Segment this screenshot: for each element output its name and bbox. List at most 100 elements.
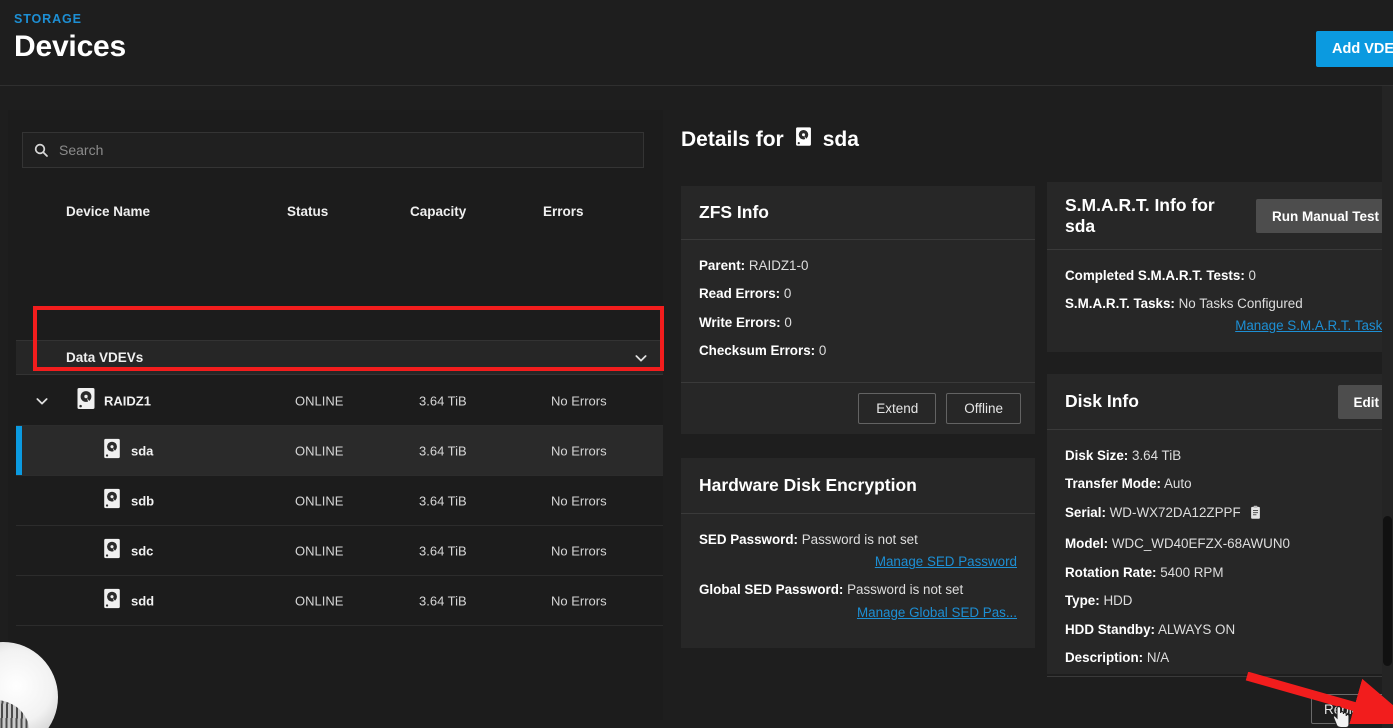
disk-info-field-label: Transfer Mode:	[1065, 476, 1161, 492]
zfs-parent-value: RAIDZ1-0	[748, 258, 809, 273]
manage-global-sed-password-row: Manage Global SED Pas...	[699, 604, 1017, 622]
zfs-read-errors-row: Read Errors: 0	[699, 284, 1017, 303]
smart-tasks-row: S.M.A.R.T. Tasks: No Tasks Configured	[1065, 294, 1389, 313]
column-header-errors: Errors	[543, 203, 584, 219]
hde-title: Hardware Disk Encryption	[699, 475, 917, 495]
table-row[interactable]: sda ONLINE 3.64 TiB No Errors	[16, 426, 663, 476]
zfs-checksum-errors-row: Checksum Errors: 0	[699, 341, 1017, 360]
table-row[interactable]: RAIDZ1 ONLINE 3.64 TiB No Errors	[16, 376, 663, 426]
disk-info-field-label: HDD Standby:	[1065, 621, 1156, 637]
smart-info-card: S.M.A.R.T. Info for sda Run Manual Test …	[1047, 182, 1393, 352]
device-status-cell: ONLINE	[295, 493, 344, 508]
disk-info-field-label: Serial:	[1065, 504, 1106, 520]
device-capacity-cell: 3.64 TiB	[419, 593, 467, 608]
disk-info-field-label: Model:	[1065, 536, 1109, 552]
breadcrumb: STORAGE	[14, 12, 82, 26]
smart-tasks-value: No Tasks Configured	[1178, 296, 1303, 312]
zfs-info-actions: Extend Offline	[681, 382, 1035, 434]
zfs-write-errors-value: 0	[784, 314, 792, 330]
completed-smart-tests-value: 0	[1248, 268, 1256, 283]
vertical-scrollbar-thumb[interactable]	[1383, 516, 1392, 666]
table-row[interactable]: sdb ONLINE 3.64 TiB No Errors	[16, 476, 663, 526]
disk-info-title: Disk Info	[1065, 391, 1139, 411]
vertical-scrollbar-track[interactable]	[1382, 86, 1393, 728]
disk-info-field-value: 5400 RPM	[1160, 564, 1224, 580]
manage-sed-password-link[interactable]: Manage SED Password	[875, 554, 1017, 569]
row-expand-chevron-icon[interactable]	[34, 393, 50, 409]
device-capacity-cell: 3.64 TiB	[419, 543, 467, 558]
page-root: STORAGE Devices Add VDEV Device Name Sta…	[0, 0, 1393, 728]
offline-button[interactable]: Offline	[946, 393, 1021, 424]
devices-table-panel: Device Name Status Capacity Errors Data …	[8, 110, 663, 720]
disk-info-card: Disk Info Edit Disk Size: 3.64 TiB Transf…	[1047, 374, 1393, 674]
group-row-label: Data VDEVs	[66, 350, 144, 365]
manage-smart-tasks-link[interactable]: Manage S.M.A.R.T. Tasks	[1235, 318, 1389, 333]
details-heading-prefix: Details for	[681, 127, 784, 151]
table-row[interactable]: sdd ONLINE 3.64 TiB No Errors	[16, 576, 663, 626]
disk-info-field-label: Rotation Rate:	[1065, 564, 1157, 580]
page-title: Devices	[14, 30, 127, 63]
search-box[interactable]	[22, 132, 644, 168]
smart-tasks-label: S.M.A.R.T. Tasks:	[1065, 296, 1175, 312]
disk-info-field: HDD Standby: ALWAYS ON	[1065, 620, 1389, 639]
group-row-data-vdevs[interactable]: Data VDEVs	[16, 340, 663, 375]
hdd-icon	[101, 537, 123, 564]
disk-info-field: Rotation Rate: 5400 RPM	[1065, 563, 1389, 582]
column-header-capacity: Capacity	[410, 203, 467, 219]
disk-info-field-label: Type:	[1065, 593, 1100, 609]
smart-info-title: S.M.A.R.T. Info for sda	[1065, 194, 1215, 236]
replace-button[interactable]: Replace	[1311, 694, 1387, 724]
manage-global-sed-password-link[interactable]: Manage Global SED Pas...	[857, 605, 1017, 620]
table-row[interactable]: sdc ONLINE 3.64 TiB No Errors	[16, 526, 663, 576]
chevron-down-icon[interactable]	[633, 350, 649, 366]
zfs-read-errors-value: 0	[783, 286, 792, 302]
disk-info-field-label: Disk Size:	[1065, 448, 1129, 463]
column-header-device-name: Device Name	[66, 203, 151, 219]
sed-password-row: SED Password: Password is not set	[699, 530, 1017, 549]
add-vdev-button[interactable]: Add VDEV	[1316, 31, 1393, 67]
device-name-cell: sdb	[131, 493, 155, 508]
zfs-parent-label: Parent:	[699, 258, 746, 273]
zfs-write-errors-label: Write Errors:	[699, 314, 781, 330]
extend-button[interactable]: Extend	[858, 393, 937, 424]
smart-info-body: Completed S.M.A.R.T. Tests: 0 S.M.A.R.T.…	[1047, 250, 1393, 354]
zfs-parent-row: Parent: RAIDZ1-0	[699, 256, 1017, 275]
disk-info-field-value: N/A	[1146, 650, 1170, 666]
disk-info-field-label: Description:	[1065, 650, 1144, 666]
run-manual-test-button[interactable]: Run Manual Test	[1255, 199, 1393, 233]
table-header-row: Device Name Status Capacity Errors	[8, 190, 663, 232]
global-sed-password-row: Global SED Password: Password is not set	[699, 580, 1017, 599]
completed-smart-tests-row: Completed S.M.A.R.T. Tests: 0	[1065, 266, 1389, 285]
sed-password-value: Password is not set	[801, 532, 918, 547]
zfs-info-card: ZFS Info Parent: RAIDZ1-0 Read Errors: 0…	[681, 186, 1035, 434]
device-errors-cell: No Errors	[551, 443, 607, 458]
zfs-read-errors-label: Read Errors:	[699, 286, 781, 302]
disk-info-body: Disk Size: 3.64 TiB Transfer Mode: Auto Se…	[1047, 430, 1393, 687]
zfs-checksum-errors-value: 0	[818, 343, 827, 359]
completed-smart-tests-label: Completed S.M.A.R.T. Tests:	[1065, 268, 1245, 283]
device-errors-cell: No Errors	[551, 493, 607, 508]
device-errors-cell: No Errors	[551, 543, 607, 558]
copy-icon[interactable]	[1248, 505, 1263, 525]
zfs-write-errors-row: Write Errors: 0	[699, 313, 1017, 332]
device-capacity-cell: 3.64 TiB	[419, 493, 467, 508]
column-header-status: Status	[287, 203, 329, 219]
zfs-checksum-errors-label: Checksum Errors:	[699, 343, 816, 359]
disk-info-field: Transfer Mode: Auto	[1065, 474, 1389, 493]
zfs-info-body: Parent: RAIDZ1-0 Read Errors: 0 Write Er…	[681, 240, 1035, 380]
search-input[interactable]	[59, 142, 633, 158]
details-heading: Details for sda	[681, 126, 859, 153]
disk-info-field-value: 3.64 TiB	[1132, 448, 1182, 463]
hardware-disk-encryption-card: Hardware Disk Encryption SED Password: P…	[681, 458, 1035, 648]
zfs-info-title: ZFS Info	[699, 202, 769, 222]
hdd-icon	[101, 437, 123, 464]
manage-smart-tasks-row: Manage S.M.A.R.T. Tasks	[1065, 317, 1389, 335]
hdd-icon	[793, 126, 814, 153]
disk-info-field-value: ALWAYS ON	[1158, 621, 1236, 637]
hdd-icon	[74, 386, 98, 415]
footer-divider	[1047, 676, 1393, 677]
details-heading-device: sda	[822, 127, 859, 151]
device-name-cell: sda	[131, 443, 154, 458]
disk-info-field: Model: WDC_WD40EFZX-68AWUN0	[1065, 534, 1389, 553]
smart-info-card-header: S.M.A.R.T. Info for sda Run Manual Test	[1047, 182, 1393, 250]
